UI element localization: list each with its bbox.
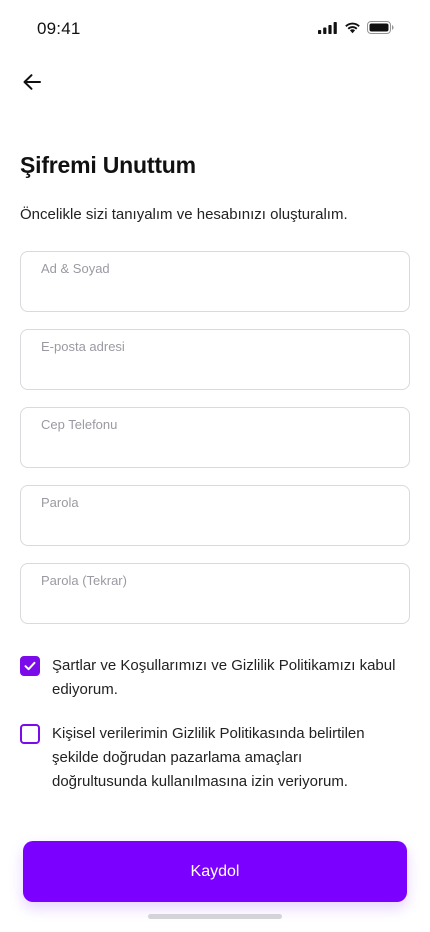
phone-input[interactable] <box>40 436 393 460</box>
password-input[interactable] <box>40 514 393 538</box>
marketing-consent-row[interactable]: Kişisel verilerimin Gizlilik Politikasın… <box>20 722 400 794</box>
email-label: E-posta adresi <box>41 339 125 354</box>
marketing-consent-text: Kişisel verilerimin Gizlilik Politikasın… <box>52 725 365 790</box>
password-confirm-field[interactable]: Parola (Tekrar) <box>20 563 410 624</box>
full-name-field[interactable]: Ad & Soyad <box>20 251 410 312</box>
status-time: 09:41 <box>37 19 81 38</box>
password-field[interactable]: Parola <box>20 485 410 546</box>
phone-label: Cep Telefonu <box>41 417 118 432</box>
phone-field[interactable]: Cep Telefonu <box>20 407 410 468</box>
cellular-signal-icon <box>318 21 337 34</box>
password-confirm-input[interactable] <box>40 592 393 616</box>
password-label: Parola <box>41 495 79 510</box>
wifi-icon <box>345 22 360 34</box>
marketing-checkbox[interactable] <box>20 724 40 744</box>
email-input[interactable] <box>40 358 393 382</box>
register-button[interactable]: Kaydol <box>23 841 407 902</box>
full-name-input[interactable] <box>40 280 393 304</box>
back-button[interactable] <box>16 66 48 98</box>
email-field[interactable]: E-posta adresi <box>20 329 410 390</box>
full-name-label: Ad & Soyad <box>41 261 110 276</box>
checkmark-icon <box>24 661 36 671</box>
battery-icon <box>367 21 394 34</box>
terms-consent-row[interactable]: Şartlar ve Koşullarımızı ve Gizlilik Pol… <box>20 654 400 702</box>
status-bar: 09:41 <box>0 0 430 54</box>
page-subtitle: Öncelikle sizi tanıyalım ve hesabınızı o… <box>20 206 348 223</box>
arrow-left-icon <box>23 74 41 90</box>
status-icons <box>318 21 394 34</box>
home-indicator <box>148 914 282 919</box>
page-title: Şifremi Unuttum <box>20 152 196 178</box>
password-confirm-label: Parola (Tekrar) <box>41 573 127 588</box>
terms-consent-text: Şartlar ve Koşullarımızı ve Gizlilik Pol… <box>52 657 396 698</box>
terms-checkbox[interactable] <box>20 656 40 676</box>
